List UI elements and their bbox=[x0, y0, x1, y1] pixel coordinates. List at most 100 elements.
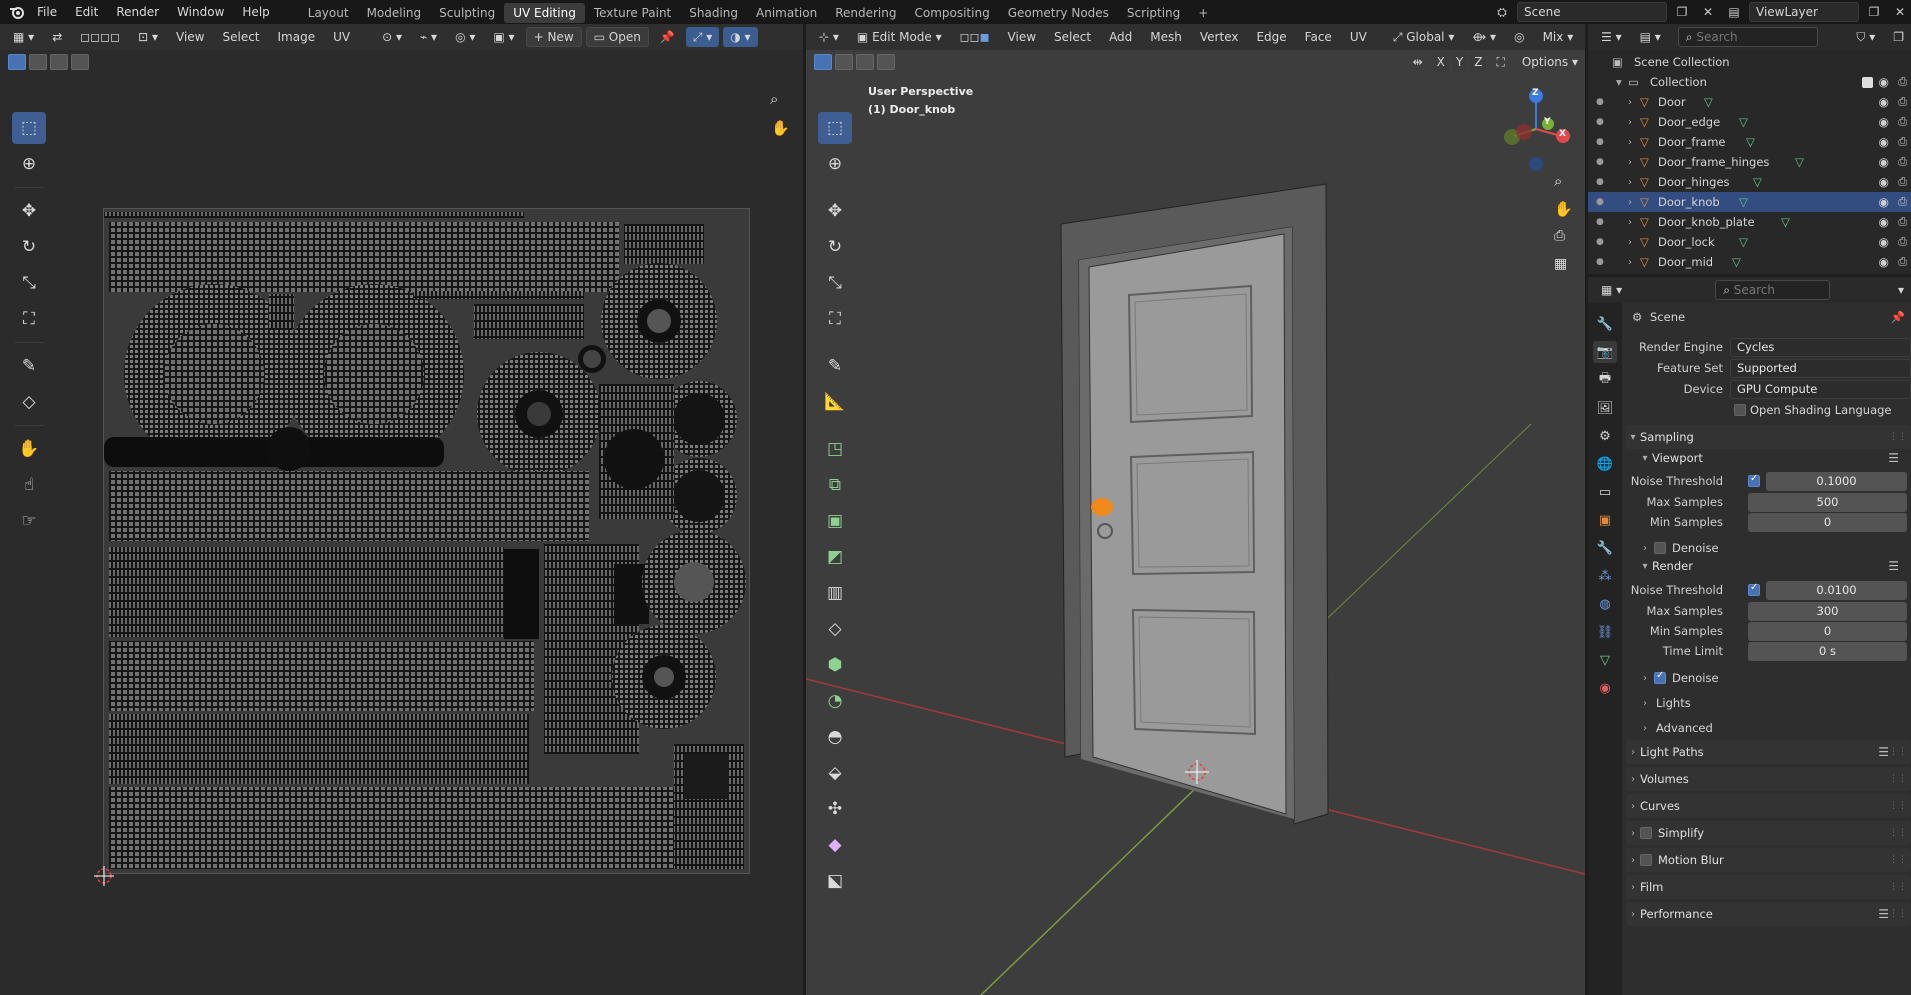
delete-scene-icon[interactable]: ✕ bbox=[1697, 2, 1719, 22]
uv-canvas[interactable] bbox=[103, 208, 750, 874]
object-render-icon[interactable]: ⎙ bbox=[1898, 155, 1907, 169]
object-visibility-icon[interactable]: ◉ bbox=[1879, 255, 1889, 269]
viewport-presets-icon[interactable]: ☰ bbox=[1888, 451, 1899, 465]
rip-tool-icon[interactable]: ◇ bbox=[12, 386, 46, 418]
osl-checkbox[interactable] bbox=[1734, 404, 1746, 416]
tab-sculpting[interactable]: Sculpting bbox=[430, 3, 504, 23]
object-visibility-icon[interactable]: ◉ bbox=[1879, 175, 1889, 189]
object-expand-icon[interactable]: › bbox=[1628, 137, 1632, 148]
mesh-data-icon[interactable]: ▽ bbox=[1781, 215, 1790, 229]
outliner-object-row[interactable]: ● › ▽ Door_knob_plate ▽ ◉ ⎙ bbox=[1588, 212, 1911, 232]
outliner-object-row[interactable]: ● › ▽ Door_mid ▽ ◉ ⎙ bbox=[1588, 252, 1911, 272]
viewport-subsection-header[interactable]: ▾ Viewport ☰ bbox=[1638, 446, 1911, 470]
menu-edit[interactable]: Edit bbox=[66, 0, 107, 24]
new-collection-icon[interactable]: ❐ bbox=[1886, 27, 1911, 47]
object-visibility-icon[interactable]: ◉ bbox=[1879, 95, 1889, 109]
blender-logo-icon[interactable] bbox=[6, 2, 28, 22]
open-image-button[interactable]: ▭ Open bbox=[585, 27, 649, 47]
tab-scripting[interactable]: Scripting bbox=[1118, 3, 1189, 23]
scale-tool-icon[interactable]: ⤡ bbox=[12, 267, 46, 299]
particles-tab-icon[interactable]: ⁂ bbox=[1593, 565, 1617, 587]
object-render-icon[interactable]: ⎙ bbox=[1898, 215, 1907, 229]
vertex-select-icon[interactable] bbox=[8, 54, 26, 70]
scene-collection-row[interactable]: ▣ Scene Collection bbox=[1588, 52, 1911, 72]
select-box-tool-icon[interactable]: ⬚ bbox=[12, 112, 46, 144]
annotate-tool-icon[interactable]: ✎ bbox=[12, 350, 46, 382]
mesh-data-icon[interactable]: ▽ bbox=[1704, 95, 1713, 109]
object-dot-icon[interactable]: ● bbox=[1596, 117, 1604, 127]
new-view-layer-icon[interactable]: ❐ bbox=[1863, 2, 1885, 22]
outliner-editor-type-icon[interactable]: ☰ ▾ bbox=[1594, 27, 1629, 47]
object-visibility-icon[interactable]: ◉ bbox=[1879, 155, 1889, 169]
volumes-section-header[interactable]: › Volumes ⋮⋮ bbox=[1626, 767, 1911, 791]
device-dropdown[interactable]: GPU Compute bbox=[1730, 379, 1911, 399]
r-min-samples-field[interactable]: 0 bbox=[1748, 621, 1907, 641]
object-visibility-icon[interactable]: ◉ bbox=[1879, 115, 1889, 129]
tool-tab-icon[interactable]: 🔧 bbox=[1593, 313, 1617, 335]
island-select-icon[interactable] bbox=[71, 54, 89, 70]
outliner-object-row[interactable]: ● › ▽ Door ▽ ◉ ⎙ bbox=[1588, 92, 1911, 112]
object-dot-icon[interactable]: ● bbox=[1596, 217, 1604, 227]
vp-ortho-toggle-icon[interactable]: ▦ bbox=[1554, 256, 1567, 272]
object-expand-icon[interactable]: › bbox=[1628, 157, 1632, 168]
move-tool-icon[interactable]: ✥ bbox=[12, 195, 46, 227]
menu-help[interactable]: Help bbox=[233, 0, 278, 24]
menu-render[interactable]: Render bbox=[107, 0, 168, 24]
vp-min-samples-field[interactable]: 0 bbox=[1748, 512, 1907, 532]
uv-sync-icon[interactable]: ⇄ bbox=[45, 27, 69, 47]
object-expand-icon[interactable]: › bbox=[1628, 237, 1632, 248]
menu-uv[interactable]: UV bbox=[326, 27, 357, 47]
tab-texture-paint[interactable]: Texture Paint bbox=[585, 3, 680, 23]
outliner-object-row[interactable]: ● › ▽ Door_knob ▽ ◉ ⎙ bbox=[1588, 192, 1911, 212]
mesh-data-icon[interactable]: ▽ bbox=[1753, 175, 1762, 189]
vp-pan-icon[interactable]: ✋ bbox=[1554, 200, 1573, 218]
add-workspace-button[interactable]: + bbox=[1189, 3, 1217, 23]
menu-file[interactable]: File bbox=[28, 0, 66, 24]
object-expand-icon[interactable]: › bbox=[1628, 97, 1632, 108]
edge-select-icon[interactable] bbox=[29, 54, 47, 70]
advanced-row[interactable]: › Advanced bbox=[1638, 718, 1911, 738]
render-presets-icon[interactable]: ☰ bbox=[1888, 559, 1899, 573]
cursor-tool-icon[interactable]: ⊕ bbox=[12, 148, 46, 180]
collection-render-icon[interactable]: ⎙ bbox=[1898, 75, 1907, 89]
editor-type-icon[interactable]: ▦ ▾ bbox=[6, 27, 41, 47]
uv-pan-icon[interactable]: ✋ bbox=[771, 119, 790, 137]
collection-expand-icon[interactable]: ▾ bbox=[1616, 75, 1622, 89]
overlay-toggle-icon[interactable]: ◑ ▾ bbox=[723, 27, 758, 47]
object-render-icon[interactable]: ⎙ bbox=[1898, 235, 1907, 249]
object-render-icon[interactable]: ⎙ bbox=[1898, 175, 1907, 189]
object-dot-icon[interactable]: ● bbox=[1596, 157, 1604, 167]
properties-search-input[interactable]: ⌕ Search bbox=[1715, 280, 1831, 300]
object-dot-icon[interactable]: ● bbox=[1596, 97, 1604, 107]
uv-sticky-icon[interactable]: ⊡ ▾ bbox=[131, 27, 165, 47]
new-scene-icon[interactable]: ❐ bbox=[1671, 2, 1693, 22]
proportional-edit-icon[interactable]: ◎ ▾ bbox=[448, 27, 482, 47]
view-layer-selector[interactable]: ViewLayer bbox=[1749, 2, 1859, 22]
modifier-tab-icon[interactable]: 🔧 bbox=[1593, 537, 1617, 559]
outliner-object-row[interactable]: ● › ▽ Door_lock ▽ ◉ ⎙ bbox=[1588, 232, 1911, 252]
pin-context-icon[interactable]: 📌 bbox=[1891, 310, 1905, 324]
vp-denoise-checkbox[interactable] bbox=[1654, 542, 1666, 554]
mesh-data-icon[interactable]: ▽ bbox=[1739, 235, 1748, 249]
simplify-checkbox[interactable] bbox=[1640, 827, 1652, 839]
menu-uv-select[interactable]: Select bbox=[215, 27, 266, 47]
object-visibility-icon[interactable]: ◉ bbox=[1879, 135, 1889, 149]
object-visibility-icon[interactable]: ◉ bbox=[1879, 195, 1889, 209]
performance-section-header[interactable]: › Performance ☰ ⋮⋮ bbox=[1626, 902, 1911, 926]
object-tab-icon[interactable]: ▣ bbox=[1593, 509, 1617, 531]
menu-uv-view[interactable]: View bbox=[169, 27, 211, 47]
render-tab-icon[interactable]: 📷 bbox=[1593, 341, 1617, 363]
object-dot-icon[interactable]: ● bbox=[1596, 137, 1604, 147]
pinch-tool-icon[interactable]: ☞ bbox=[12, 505, 46, 537]
transform-tool-icon[interactable]: ⛶ bbox=[12, 303, 46, 335]
tab-modeling[interactable]: Modeling bbox=[358, 3, 431, 23]
simplify-section-header[interactable]: › Simplify ⋮⋮ bbox=[1626, 821, 1911, 845]
r-noise-threshold-checkbox[interactable] bbox=[1748, 582, 1760, 596]
uv-zoom-icon[interactable]: ⌕ bbox=[770, 90, 778, 108]
data-tab-icon[interactable]: ▽ bbox=[1593, 649, 1617, 671]
uv-select-mode-icons[interactable]: ◻◻◻◻ bbox=[73, 27, 127, 47]
outliner-search-input[interactable]: ⌕ Search bbox=[1677, 27, 1818, 47]
snap-icon[interactable]: ⌁ ▾ bbox=[413, 27, 444, 47]
object-expand-icon[interactable]: › bbox=[1628, 117, 1632, 128]
mesh-data-icon[interactable]: ▽ bbox=[1746, 135, 1755, 149]
